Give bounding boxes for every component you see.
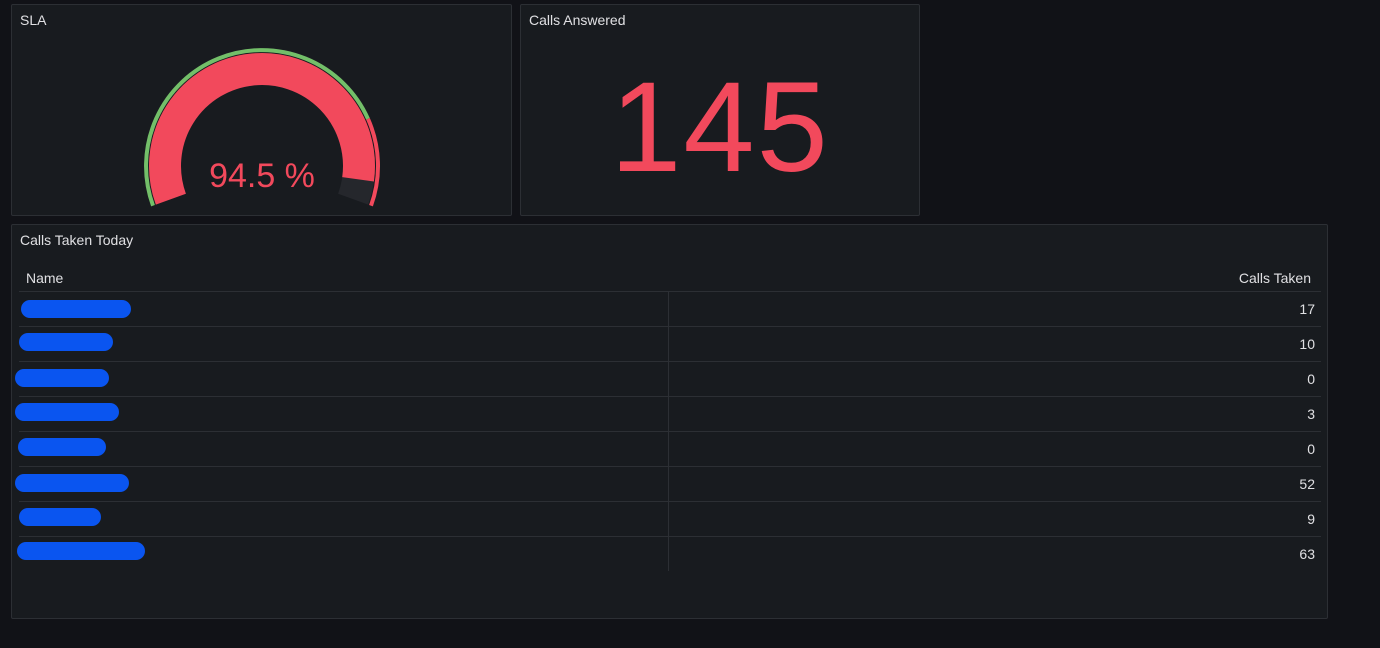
name-cell (19, 502, 669, 536)
panel-title[interactable]: Calls Taken Today (20, 232, 133, 248)
redaction-mark (15, 474, 129, 492)
name-cell (15, 467, 669, 501)
calls-table-panel: Calls Taken Today Name Calls Taken 17 10… (11, 224, 1328, 619)
table-row: 10 (19, 327, 1321, 362)
column-header-calls-taken[interactable]: Calls Taken (1239, 270, 1311, 286)
redaction-mark (21, 300, 131, 318)
name-cell (15, 397, 669, 431)
calls-taken-cell: 10 (1299, 336, 1315, 352)
calls-taken-cell: 3 (1307, 406, 1315, 422)
redaction-mark (15, 403, 119, 421)
table-row: 9 (19, 502, 1321, 537)
column-header-name[interactable]: Name (26, 270, 63, 286)
table-row: 63 (17, 537, 1321, 571)
table-row: 0 (15, 362, 1321, 397)
table-row: 3 (15, 397, 1321, 432)
calls-taken-cell: 52 (1299, 476, 1315, 492)
table-row: 0 (18, 432, 1321, 467)
calls-taken-cell: 0 (1307, 371, 1315, 387)
redaction-mark (19, 508, 101, 526)
calls-taken-cell: 0 (1307, 441, 1315, 457)
redaction-mark (17, 542, 145, 560)
calls-taken-cell: 63 (1299, 546, 1315, 562)
redaction-mark (15, 369, 109, 387)
calls-answered-panel: Calls Answered 145 (520, 4, 920, 216)
table-row: 17 (19, 292, 1321, 327)
redaction-mark (18, 438, 106, 456)
name-cell (17, 537, 669, 571)
gauge-value-text: 94.5 % (209, 157, 315, 195)
panel-title[interactable]: Calls Answered (529, 12, 626, 28)
table-header: Name Calls Taken (19, 264, 1321, 292)
calls-taken-cell: 17 (1299, 301, 1315, 317)
sla-panel: SLA 94.5 % (11, 4, 512, 216)
name-cell (19, 292, 669, 326)
name-cell (15, 362, 669, 396)
calls-taken-cell: 9 (1307, 511, 1315, 527)
calls-table: Name Calls Taken 17 10 0 3 0 52 9 63 (15, 264, 1321, 571)
calls-answered-value: 145 (610, 56, 830, 199)
redaction-mark (19, 333, 113, 351)
table-row: 52 (15, 467, 1321, 502)
name-cell (19, 327, 669, 361)
sla-gauge: 94.5 % (144, 48, 380, 207)
name-cell (18, 432, 669, 466)
